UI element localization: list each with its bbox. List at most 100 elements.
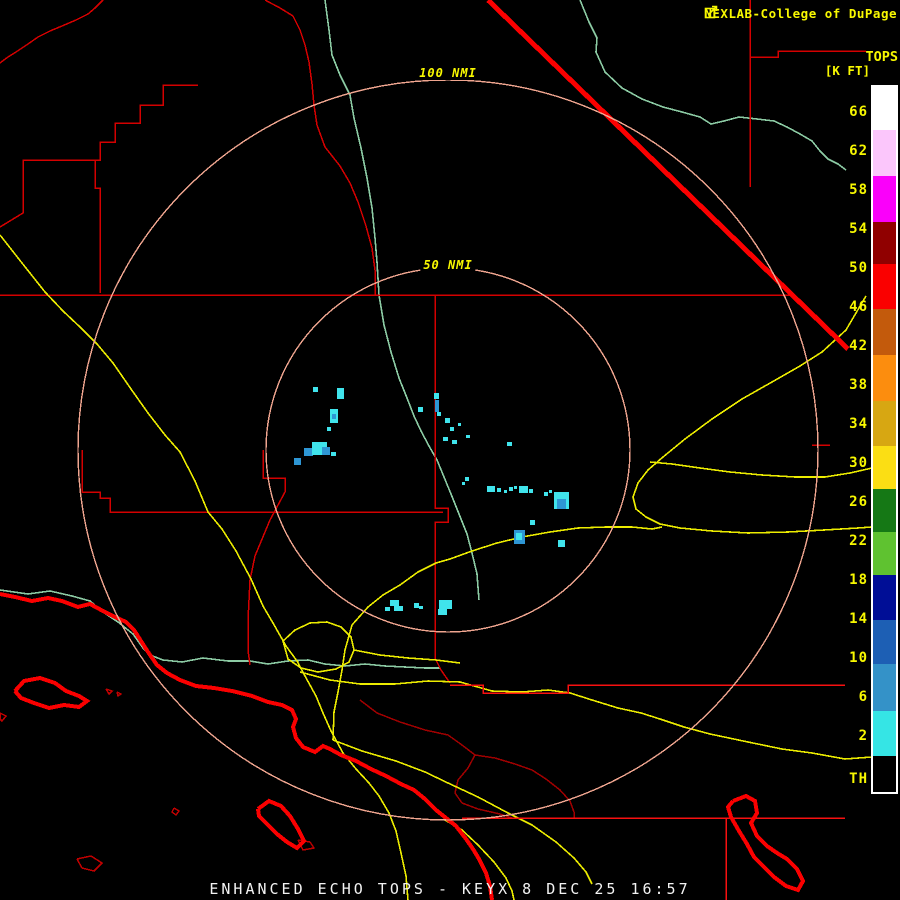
colorbar-label-14: 14 [836, 612, 868, 626]
echo-cell [504, 490, 507, 493]
colorbar-label-34: 34 [836, 417, 868, 431]
islands-large-segment [15, 678, 87, 708]
county-lines-dark [360, 700, 574, 818]
outer-ring-label: 100 NMI [416, 66, 480, 80]
echo-cell [439, 600, 452, 609]
colorbar-label-50: 50 [836, 261, 868, 275]
radar-echoes [294, 387, 569, 615]
highways-segment [0, 235, 408, 900]
county-lines-segment [0, 0, 103, 63]
colorbar-segment-8 [873, 446, 896, 489]
colorbar-label-10: 10 [836, 651, 868, 665]
echo-cell [530, 520, 535, 525]
echo-cell [294, 458, 301, 465]
echo-cell [466, 435, 470, 438]
colorbar-segment-13 [873, 664, 896, 711]
rivers [0, 0, 846, 668]
echo-cell [331, 452, 336, 456]
echo-cell [558, 540, 565, 547]
echo-cell [327, 427, 331, 431]
colorbar-segment-5 [873, 309, 896, 355]
radar-display: NEXLAB-College of DuPage TOPS [K FT] 666… [0, 0, 900, 900]
colorbar-segment-14 [873, 711, 896, 756]
echo-cell [497, 488, 501, 492]
highways-segment [354, 650, 460, 663]
echo-cell [557, 499, 566, 509]
colorbar-segment-7 [873, 401, 896, 446]
rivers-segment [580, 0, 846, 170]
colorbar-label-54: 54 [836, 222, 868, 236]
colorbar-segment-15 [873, 756, 896, 792]
county-lines-dark-segment [360, 700, 512, 818]
echo-cell [304, 448, 313, 456]
echo-cell [519, 486, 528, 493]
colorbar-segment-4 [873, 264, 896, 309]
colorbar-label-6: 6 [836, 690, 868, 704]
colorbar-label-26: 26 [836, 495, 868, 509]
echo-cell [437, 412, 441, 416]
brand-text: NEXLAB-College of DuPage [704, 6, 897, 21]
colorbar-label-62: 62 [836, 144, 868, 158]
echo-cell [390, 600, 399, 606]
colorbar-label-22: 22 [836, 534, 868, 548]
county-lines [0, 0, 866, 683]
colorbar-segment-9 [873, 489, 896, 532]
colorbar-segment-10 [873, 532, 896, 575]
colorbar [871, 85, 898, 794]
echo-cell [529, 489, 533, 493]
echo-cell [332, 414, 336, 419]
echo-cell [507, 442, 512, 446]
echo-cell [438, 609, 447, 615]
islands-large-segment [258, 801, 304, 848]
echo-cell [450, 427, 454, 431]
echo-cell [458, 423, 461, 426]
colorbar-label-46: 46 [836, 300, 868, 314]
echo-cell [434, 393, 439, 399]
islands-small-segment [0, 713, 6, 721]
outer-range-ring [78, 80, 818, 820]
rivers-segment [325, 0, 479, 600]
radar-map [0, 0, 900, 900]
echo-cell [313, 387, 318, 392]
echo-cell [487, 486, 495, 492]
islands-small-segment [77, 856, 102, 871]
colorbar-label-2: 2 [836, 729, 868, 743]
islands-large-segment [728, 796, 803, 890]
external-link-icon [704, 5, 718, 19]
coastline-segment [0, 594, 492, 900]
echo-cell [419, 606, 423, 609]
islands-small-segment [106, 689, 112, 694]
caption: ENHANCED ECHO TOPS - KEYX 8 DEC 25 16:57 [0, 880, 900, 898]
colorbar-label-38: 38 [836, 378, 868, 392]
echo-cell [445, 418, 450, 423]
brand: NEXLAB-College of DuPage [704, 5, 897, 21]
echo-cell [394, 606, 403, 611]
islands-small-segment [117, 692, 121, 696]
colorbar-label-30: 30 [836, 456, 868, 470]
colorbar-segment-2 [873, 176, 896, 222]
islands-small [0, 689, 314, 871]
county-lines-segment [0, 160, 95, 227]
colorbar-segment-0 [873, 87, 896, 130]
echo-cell [452, 440, 457, 444]
echo-cell [462, 482, 465, 485]
inner-ring-label: 50 NMI [420, 258, 475, 272]
echo-cell [337, 388, 344, 399]
islands-large [15, 678, 803, 890]
echo-cell [509, 487, 513, 491]
echo-cell [465, 477, 469, 481]
highways [0, 235, 898, 900]
colorbar-segment-3 [873, 222, 896, 264]
echo-cell [514, 486, 517, 489]
colorbar-units: [K FT] [815, 63, 870, 78]
colorbar-label-TH: TH [836, 772, 868, 786]
county-lines-bright [450, 685, 845, 900]
coastline [0, 594, 492, 900]
county-lines-segment [95, 85, 198, 293]
colorbar-label-42: 42 [836, 339, 868, 353]
range-rings [78, 80, 818, 820]
echo-cell [385, 607, 390, 611]
echo-cell [418, 407, 423, 412]
echo-cell [322, 447, 330, 455]
county-lines-segment [248, 450, 285, 665]
